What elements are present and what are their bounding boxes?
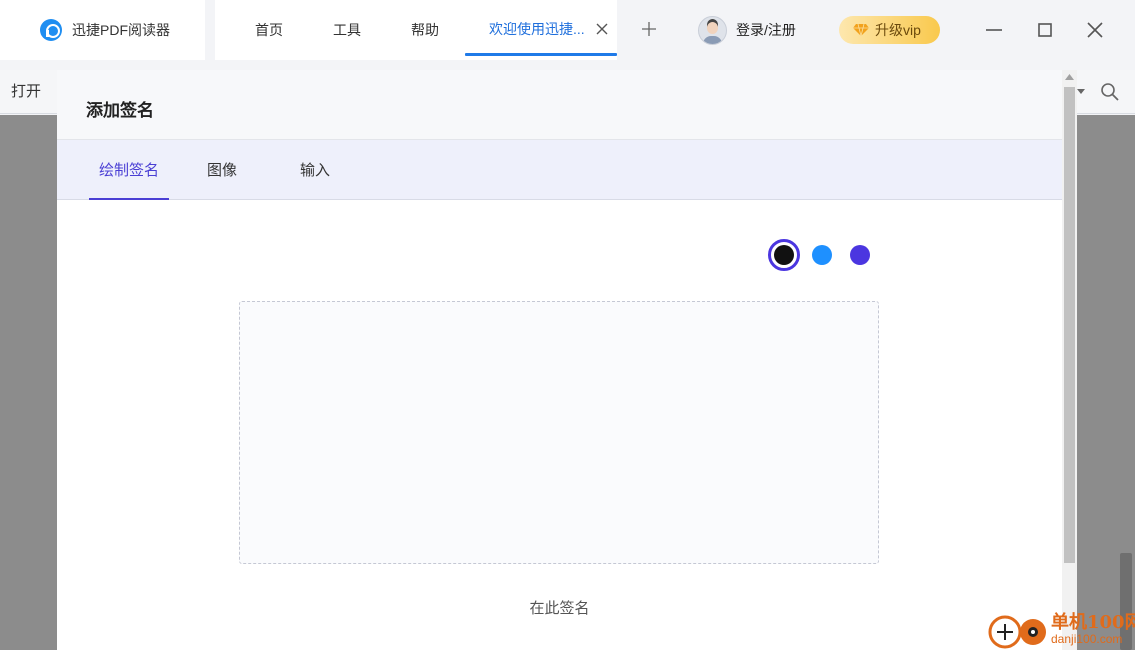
window-close-icon[interactable] [1085, 20, 1105, 40]
caret-down-icon[interactable] [1076, 88, 1086, 96]
tab-input[interactable]: 输入 [290, 140, 340, 200]
vip-label: 升级vip [875, 22, 921, 38]
tab-image[interactable]: 图像 [197, 140, 247, 200]
login-label: 登录/注册 [736, 22, 796, 38]
search-icon[interactable] [1100, 82, 1120, 102]
nav-help[interactable]: 帮助 [411, 0, 439, 60]
minimize-icon[interactable] [984, 20, 1004, 40]
signature-tabs: 绘制签名 图像 输入 [57, 140, 1062, 200]
dialog-header: 添加签名 [57, 70, 1062, 140]
maximize-icon[interactable] [1035, 20, 1055, 40]
avatar-icon [698, 15, 727, 45]
close-icon[interactable] [594, 21, 610, 37]
signature-hint: 在此签名 [529, 600, 590, 617]
color-option-blue[interactable] [812, 245, 832, 265]
watermark-logo [988, 615, 1046, 649]
plus-icon[interactable] [640, 20, 658, 38]
scroll-up-icon[interactable] [1065, 74, 1074, 80]
add-signature-dialog: 添加签名 绘制签名 图像 输入 在此签名 [57, 70, 1077, 650]
diamond-icon [853, 23, 869, 37]
app-name: 迅捷PDF阅读器 [72, 22, 170, 38]
scroll-thumb[interactable] [1064, 87, 1075, 563]
color-swatch-black [774, 245, 794, 265]
title-bar: 迅捷PDF阅读器 首页 工具 帮助 欢迎使用迅捷... 登录/注册 升级vip [0, 0, 1135, 60]
login-button[interactable]: 登录/注册 [698, 15, 796, 45]
tab-draw-signature[interactable]: 绘制签名 [89, 140, 169, 200]
watermark-title: 单机100网 [1051, 612, 1135, 633]
active-tab-indicator [465, 53, 617, 56]
open-button[interactable]: 打开 [11, 70, 41, 114]
color-option-purple[interactable] [850, 245, 870, 265]
nav-tools[interactable]: 工具 [333, 0, 361, 60]
signature-canvas[interactable] [239, 301, 879, 564]
active-tab-underline [89, 198, 169, 200]
tab-document-label: 欢迎使用迅捷... [489, 21, 585, 37]
watermark-url: danji100.com [1051, 632, 1123, 646]
dialog-scrollbar[interactable] [1062, 70, 1077, 650]
app-logo-icon [40, 19, 62, 41]
upgrade-vip-button[interactable]: 升级vip [839, 16, 940, 44]
nav-home[interactable]: 首页 [255, 0, 283, 60]
watermark: 单机100网 danji100.com [985, 606, 1135, 650]
app-brand: 迅捷PDF阅读器 [0, 0, 205, 60]
color-option-black[interactable] [768, 239, 800, 271]
